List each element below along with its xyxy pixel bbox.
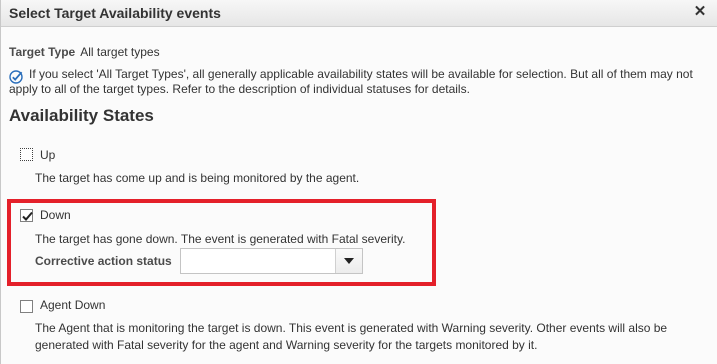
target-type-value: All target types [80, 45, 160, 59]
dialog-title: Select Target Availability events [9, 5, 221, 21]
corrective-action-select[interactable] [180, 248, 363, 274]
corrective-action-label: Corrective action status [35, 254, 172, 268]
chevron-down-icon [344, 258, 354, 264]
availability-events-dialog: Select Target Availability events ✕ Targ… [0, 0, 717, 364]
up-label: Up [40, 148, 56, 162]
dropdown-button[interactable] [335, 249, 362, 273]
down-checkbox[interactable] [20, 209, 33, 222]
close-icon[interactable]: ✕ [692, 4, 708, 20]
checkmark-icon [22, 211, 33, 221]
up-checkbox[interactable] [20, 148, 33, 161]
info-message: If you select 'All Target Types', all ge… [9, 67, 693, 96]
down-label: Down [40, 208, 71, 222]
agent-down-label: Agent Down [40, 298, 106, 312]
availability-states-heading: Availability States [9, 106, 154, 125]
down-description: The target has gone down. The event is g… [35, 232, 406, 246]
up-description: The target has come up and is being moni… [35, 171, 360, 185]
target-type-label: Target Type [9, 45, 76, 59]
check-circle-icon [9, 70, 23, 84]
dialog-titlebar: Select Target Availability events ✕ [1, 0, 717, 27]
agent-down-description: The Agent that is monitoring the target … [35, 321, 668, 352]
agent-down-checkbox[interactable] [20, 300, 33, 313]
target-type-row: Target Type All target types [9, 45, 160, 59]
